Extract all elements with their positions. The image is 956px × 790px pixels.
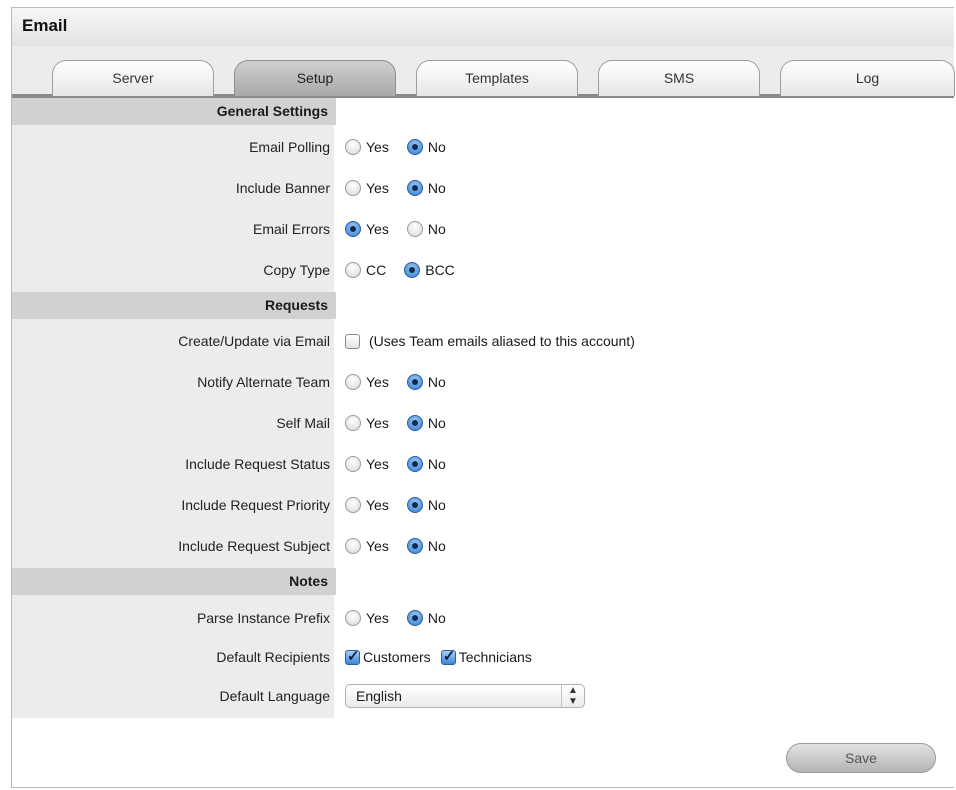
request-status-no-radio[interactable]: [406, 456, 423, 472]
parse-prefix-no-radio[interactable]: [406, 610, 423, 626]
row-copy-type: Copy Type CC BCC: [12, 250, 954, 290]
email-panel: Email Server Setup Templates SMS Log Gen…: [11, 7, 955, 788]
row-request-status: Include Request Status Yes No: [12, 444, 954, 484]
self-mail-yes-label: Yes: [366, 415, 389, 431]
email-polling-no-radio[interactable]: [406, 139, 423, 155]
include-banner-yes-label: Yes: [366, 180, 389, 196]
technicians-label: Technicians: [458, 649, 532, 665]
email-errors-no-label: No: [427, 221, 446, 237]
self-mail-no-label: No: [427, 415, 446, 431]
self-mail-yes-radio[interactable]: [345, 415, 361, 431]
email-polling-no-label: No: [427, 139, 446, 155]
create-update-note: (Uses Team emails aliased to this accoun…: [369, 333, 635, 349]
include-banner-label: Include Banner: [235, 180, 330, 196]
row-request-subject: Include Request Subject Yes No: [12, 526, 954, 566]
include-banner-no-radio[interactable]: [406, 180, 423, 196]
tab-templates[interactable]: Templates: [416, 60, 578, 96]
row-default-recipients: Default Recipients Customers Technicians: [12, 637, 954, 677]
request-status-yes-label: Yes: [366, 456, 389, 472]
row-notify-alternate: Notify Alternate Team Yes No: [12, 362, 954, 402]
email-errors-no-radio[interactable]: [406, 221, 423, 237]
request-subject-no-radio[interactable]: [406, 538, 423, 554]
notify-alternate-label: Notify Alternate Team: [197, 374, 330, 390]
section-requests: Requests: [12, 292, 336, 319]
row-request-priority: Include Request Priority Yes No: [12, 485, 954, 525]
email-polling-label: Email Polling: [249, 139, 330, 155]
request-priority-no-label: No: [427, 497, 446, 513]
default-language-value: English: [356, 688, 402, 704]
customers-label: Customers: [363, 649, 431, 665]
create-update-label: Create/Update via Email: [178, 333, 330, 349]
include-banner-yes-radio[interactable]: [345, 180, 361, 196]
technicians-checkbox[interactable]: [440, 647, 456, 665]
parse-prefix-yes-label: Yes: [366, 610, 389, 626]
request-subject-yes-radio[interactable]: [345, 538, 361, 554]
request-subject-label: Include Request Subject: [178, 538, 330, 554]
request-priority-no-radio[interactable]: [406, 497, 423, 513]
section-notes: Notes: [12, 568, 336, 595]
create-update-checkbox[interactable]: [345, 333, 360, 349]
email-errors-yes-label: Yes: [366, 221, 389, 237]
default-language-label: Default Language: [219, 688, 330, 704]
parse-prefix-label: Parse Instance Prefix: [196, 610, 330, 626]
row-include-banner: Include Banner Yes No: [12, 168, 954, 208]
parse-prefix-no-label: No: [427, 610, 446, 626]
email-errors-label: Email Errors: [252, 221, 330, 237]
tab-log[interactable]: Log: [780, 60, 955, 96]
row-create-update: Create/Update via Email (Uses Team email…: [12, 321, 954, 361]
self-mail-label: Self Mail: [276, 415, 330, 431]
customers-checkbox[interactable]: [345, 647, 360, 665]
email-polling-yes-label: Yes: [366, 139, 389, 155]
tab-setup[interactable]: Setup: [234, 60, 396, 96]
default-language-select[interactable]: English ▲ ▼: [345, 684, 585, 708]
request-status-label: Include Request Status: [185, 456, 330, 472]
row-email-polling: Email Polling Yes No: [12, 127, 954, 167]
select-arrows-icon: ▲ ▼: [561, 685, 584, 707]
request-status-no-label: No: [427, 456, 446, 472]
request-status-yes-radio[interactable]: [345, 456, 361, 472]
email-polling-yes-radio[interactable]: [345, 139, 361, 155]
parse-prefix-yes-radio[interactable]: [345, 610, 361, 626]
self-mail-no-radio[interactable]: [406, 415, 423, 431]
notify-alternate-no-radio[interactable]: [406, 374, 423, 390]
tab-server[interactable]: Server: [52, 60, 214, 96]
request-subject-no-label: No: [427, 538, 446, 554]
include-banner-no-label: No: [427, 180, 446, 196]
notify-alternate-no-label: No: [427, 374, 446, 390]
page-title: Email: [22, 16, 68, 35]
copy-type-bcc-label: BCC: [425, 262, 455, 278]
row-email-errors: Email Errors Yes No: [12, 209, 954, 249]
section-general-settings: General Settings: [12, 98, 336, 125]
tab-sms[interactable]: SMS: [598, 60, 760, 96]
row-default-language: Default Language English ▲ ▼: [12, 676, 954, 716]
email-errors-yes-radio[interactable]: [345, 221, 361, 237]
request-priority-yes-label: Yes: [366, 497, 389, 513]
request-priority-yes-radio[interactable]: [345, 497, 361, 513]
request-subject-yes-label: Yes: [366, 538, 389, 554]
notify-alternate-yes-radio[interactable]: [345, 374, 361, 390]
title-bar: Email: [12, 8, 954, 47]
save-button[interactable]: Save: [786, 743, 936, 773]
row-self-mail: Self Mail Yes No: [12, 403, 954, 443]
default-recipients-label: Default Recipients: [216, 649, 330, 665]
request-priority-label: Include Request Priority: [181, 497, 330, 513]
copy-type-bcc-radio[interactable]: [404, 262, 421, 278]
copy-type-label: Copy Type: [263, 262, 330, 278]
copy-type-cc-radio[interactable]: [345, 262, 361, 278]
notify-alternate-yes-label: Yes: [366, 374, 389, 390]
row-parse-prefix: Parse Instance Prefix Yes No: [12, 598, 954, 638]
copy-type-cc-label: CC: [366, 262, 387, 278]
